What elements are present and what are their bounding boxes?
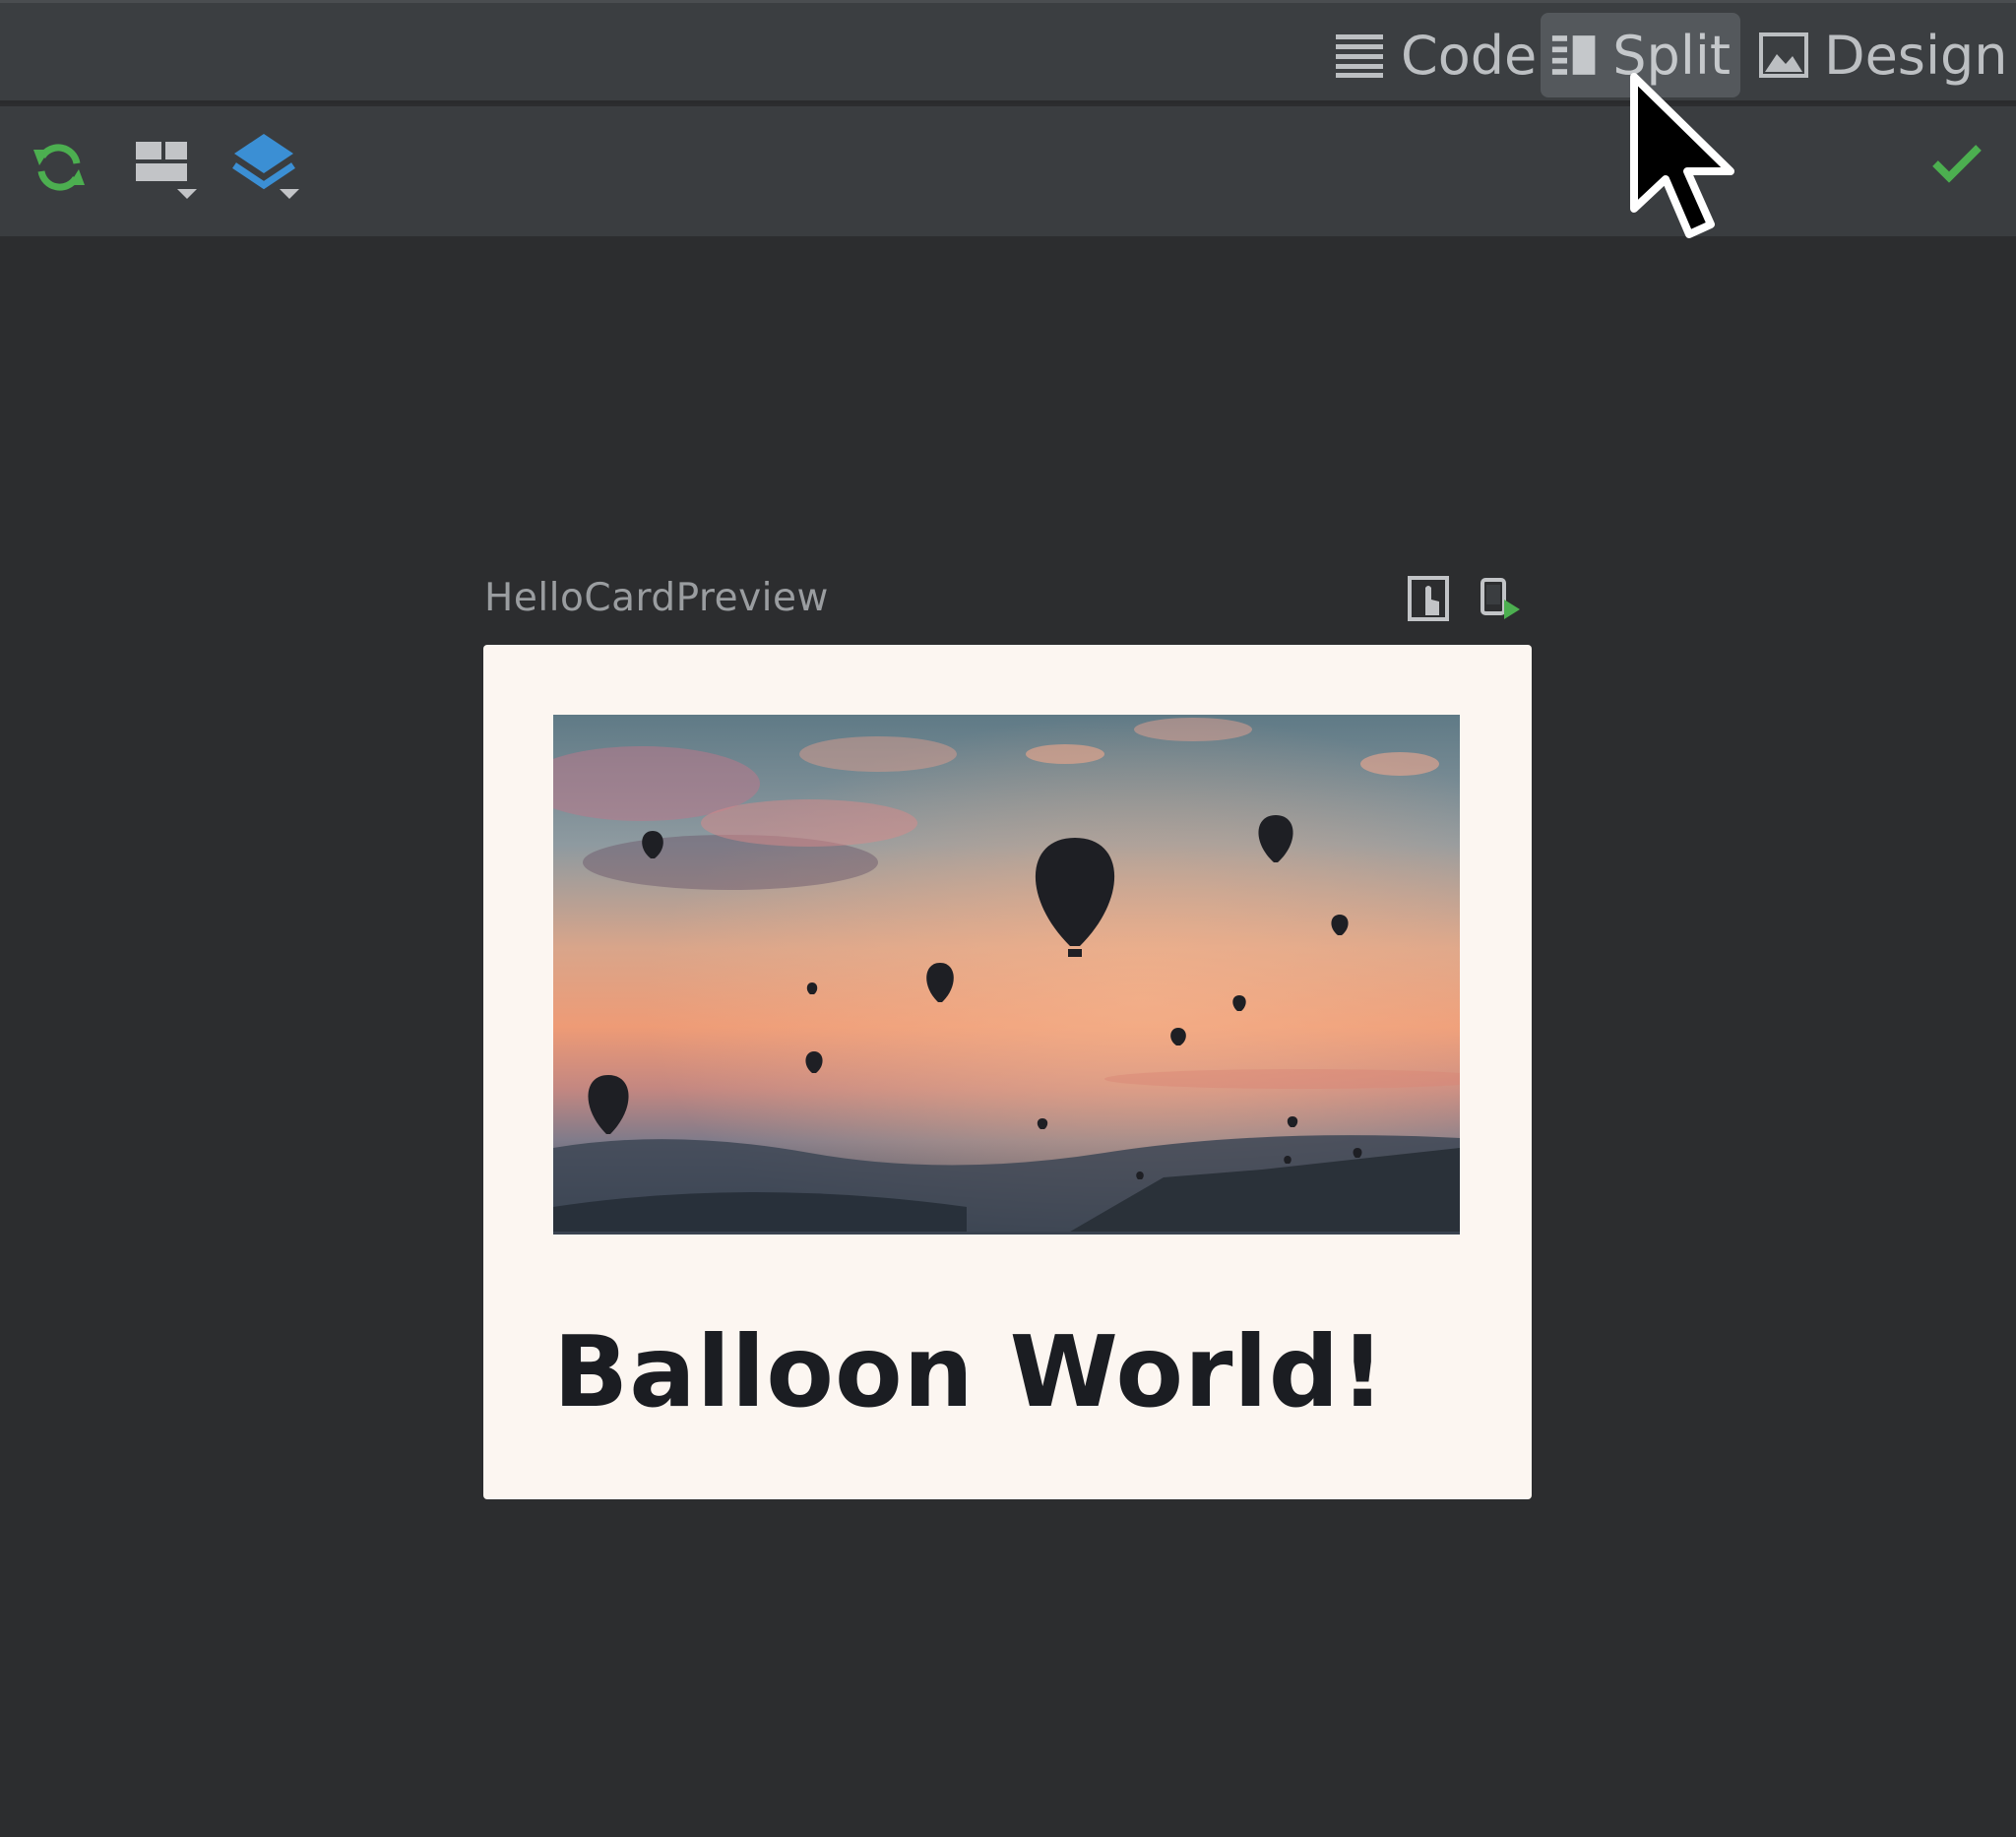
layers-icon[interactable] — [230, 132, 301, 201]
refresh-icon[interactable] — [30, 138, 89, 197]
code-lines-icon — [1336, 34, 1383, 78]
code-mode-button[interactable]: Code — [1324, 13, 1546, 97]
chevron-down-icon — [177, 189, 197, 199]
layout-grid-icon[interactable] — [134, 140, 199, 201]
image-icon — [1759, 32, 1808, 78]
mouse-cursor-icon — [1630, 73, 1734, 238]
deploy-to-device-icon[interactable] — [1479, 576, 1524, 621]
hello-card: Balloon World! — [483, 645, 1532, 1499]
code-mode-label: Code — [1401, 24, 1538, 87]
design-mode-button[interactable]: Design — [1749, 13, 2016, 97]
interactive-mode-icon[interactable] — [1408, 576, 1449, 621]
design-mode-label: Design — [1824, 24, 2008, 87]
preview-name: HelloCardPreview — [484, 576, 829, 620]
compose-preview-window: Code Split Design HelloCardPreview Ballo… — [0, 0, 2016, 1837]
split-view-icon — [1551, 35, 1596, 75]
card-title: Balloon World! — [553, 1314, 1386, 1429]
checkmark-icon — [1932, 145, 1982, 183]
balloon-photo — [553, 715, 1460, 1235]
hot-air-balloons-image — [553, 715, 1460, 1232]
chevron-down-icon — [280, 189, 299, 199]
